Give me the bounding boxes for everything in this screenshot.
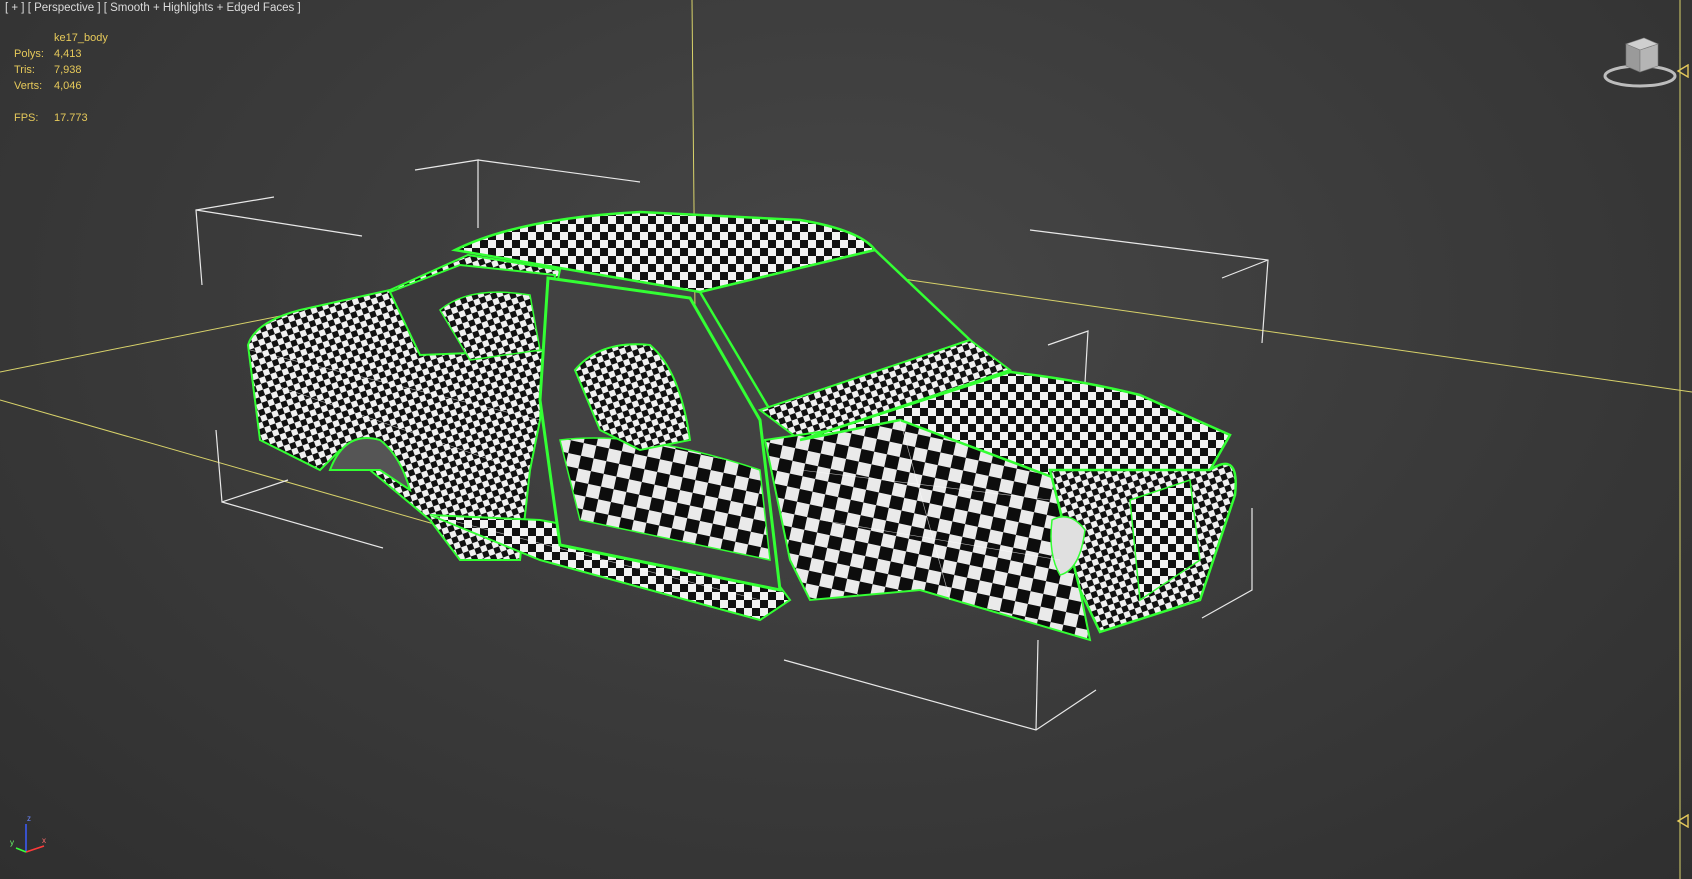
stats-verts-row: Verts: 4,046 [14,80,82,92]
car-body-mesh[interactable] [246,210,1237,642]
stats-fps-row: FPS: 17.773 [14,112,88,124]
stats-polys-value: 4,413 [54,48,82,60]
viewport-label-menu[interactable]: [ + ] [ Perspective ] [ Smooth + Highlig… [5,2,301,14]
stats-tris-row: Tris: 7,938 [14,64,82,76]
stats-tris-value: 7,938 [54,64,82,76]
stats-tris-label: Tris: [14,64,35,76]
perspective-viewport[interactable]: [ + ] [ Perspective ] [ Smooth + Highlig… [0,0,1692,879]
axis-y-label: y [10,838,14,847]
stats-fps-value: 17.773 [54,112,88,124]
stats-polys-row: Polys: 4,413 [14,48,82,60]
axis-x-label: x [42,836,46,845]
scene-canvas[interactable] [0,0,1692,879]
stats-polys-label: Polys: [14,48,44,60]
stats-verts-label: Verts: [14,80,43,92]
axis-tripod: z x y [4,812,54,862]
stats-object-name: ke17_body [54,32,108,44]
stats-verts-value: 4,046 [54,80,82,92]
viewport-edge-line [1679,0,1681,879]
stats-fps-label: FPS: [14,112,39,124]
axis-z-label: z [27,814,31,823]
